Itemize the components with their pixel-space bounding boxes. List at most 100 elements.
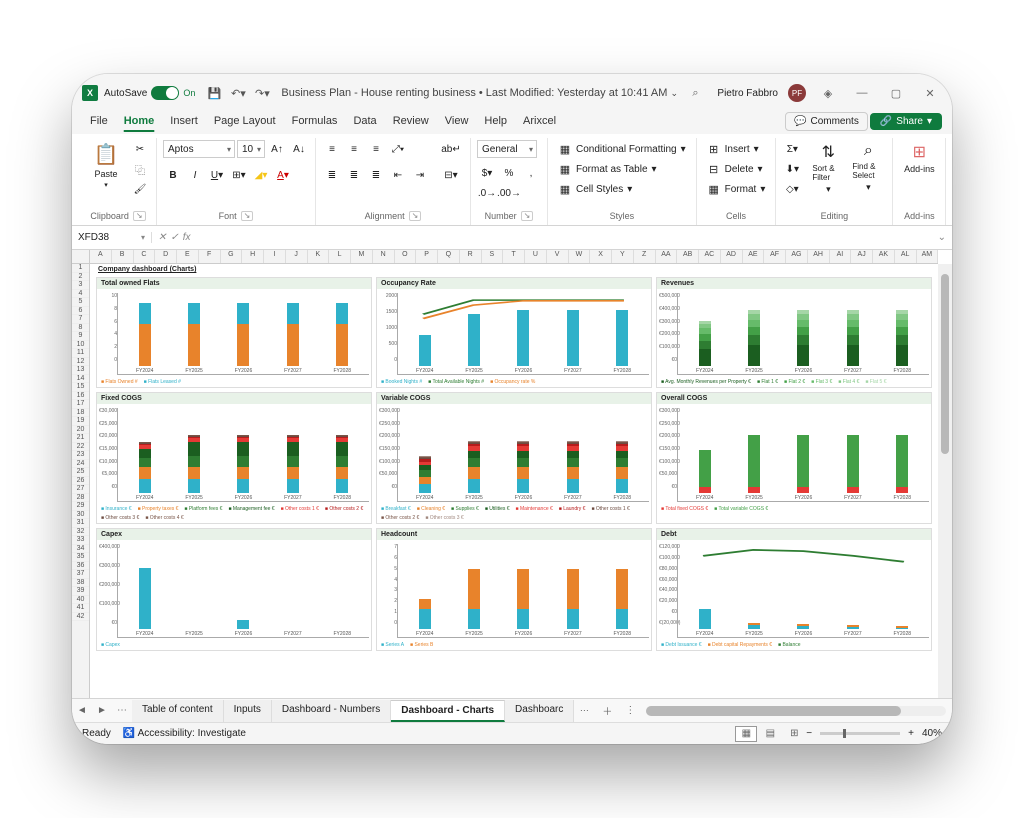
number-launcher[interactable]: ↘ <box>521 211 534 221</box>
increase-font-icon[interactable]: A↑ <box>267 140 287 158</box>
ribbon-tab-file[interactable]: File <box>82 111 116 131</box>
number-format-combo[interactable]: General <box>477 140 537 158</box>
minimize-icon[interactable]: — <box>850 83 874 103</box>
cancel-formula-icon[interactable]: ✕ <box>158 232 166 243</box>
decrease-indent-icon[interactable]: ⇤ <box>388 166 408 184</box>
font-launcher[interactable]: ↘ <box>241 211 254 221</box>
formula-input[interactable] <box>197 232 932 243</box>
ribbon-tab-home[interactable]: Home <box>116 111 163 131</box>
redo-icon[interactable]: ↷▾ <box>253 84 271 102</box>
enter-formula-icon[interactable]: ✓ <box>170 232 178 243</box>
fill-icon[interactable]: ⬇▾ <box>782 160 802 178</box>
chart-total-owned-flats[interactable]: Total owned Flats1086420FY2024FY2025FY20… <box>96 277 372 388</box>
name-box[interactable]: XFD38▾ <box>72 232 152 243</box>
vertical-scrollbar[interactable] <box>938 264 952 698</box>
save-icon[interactable]: 💾 <box>205 84 223 102</box>
close-icon[interactable]: ✕ <box>918 83 942 103</box>
chart-overall-cogs[interactable]: Overall COGS€300,000€250,000€200,000€150… <box>656 392 932 524</box>
chart-capex[interactable]: Capex€400,000€300,000€200,000€100,000€0F… <box>96 528 372 651</box>
cut-icon[interactable]: ✂ <box>130 140 150 158</box>
clear-icon[interactable]: ◇▾ <box>782 180 802 198</box>
insert-cells-button[interactable]: ⊞Insert ▾ <box>703 140 770 158</box>
align-center-icon[interactable]: ≣ <box>344 166 364 184</box>
increase-indent-icon[interactable]: ⇥ <box>410 166 430 184</box>
comma-icon[interactable]: , <box>521 164 541 182</box>
currency-icon[interactable]: $▾ <box>477 164 497 182</box>
chart-headcount[interactable]: Headcount76543210FY2024FY2025FY2026FY202… <box>376 528 652 651</box>
toggle-icon[interactable] <box>151 86 179 100</box>
ribbon-tab-help[interactable]: Help <box>476 111 515 131</box>
avatar[interactable]: PF <box>788 84 806 102</box>
format-painter-icon[interactable]: 🖌 <box>130 180 150 198</box>
tab-nav-next-icon[interactable]: ► <box>92 705 112 716</box>
copy-icon[interactable]: ⿻ <box>130 160 150 178</box>
align-left-icon[interactable]: ≣ <box>322 166 342 184</box>
font-name-combo[interactable]: Aptos <box>163 140 235 158</box>
conditional-formatting-button[interactable]: ▦Conditional Formatting ▾ <box>554 140 690 158</box>
document-title[interactable]: Business Plan - House renting business •… <box>281 87 678 99</box>
italic-button[interactable]: I <box>185 166 205 184</box>
autosave-toggle[interactable]: AutoSave On <box>104 86 195 100</box>
search-icon[interactable]: ⌕ <box>683 83 707 103</box>
sheet-tab-dashboarc[interactable]: Dashboarc <box>505 700 574 722</box>
sheet-tab-inputs[interactable]: Inputs <box>224 700 272 722</box>
zoom-in-icon[interactable]: + <box>908 728 914 739</box>
tab-nav-more-icon[interactable]: ⋯ <box>112 705 132 716</box>
decrease-font-icon[interactable]: A↓ <box>289 140 309 158</box>
share-button[interactable]: 🔗 Share ▾ <box>870 113 942 130</box>
worksheet-area[interactable]: ABCDEFGHIJKLMNOPQRSTUVWXYZAAABACADAEAFAG… <box>72 250 952 698</box>
ribbon-tab-insert[interactable]: Insert <box>162 111 206 131</box>
chart-occupancy-rate[interactable]: Occupancy Rate2000150010005000FY2024FY20… <box>376 277 652 388</box>
bold-button[interactable]: B <box>163 166 183 184</box>
sort-filter-button[interactable]: ⇅ Sort & Filter▾ <box>810 140 846 197</box>
delete-cells-button[interactable]: ⊟Delete ▾ <box>703 160 770 178</box>
align-right-icon[interactable]: ≣ <box>366 166 386 184</box>
font-size-combo[interactable]: 10 <box>237 140 265 158</box>
undo-icon[interactable]: ↶▾ <box>229 84 247 102</box>
expand-formula-bar-icon[interactable]: ⌄ <box>932 232 952 243</box>
fill-color-button[interactable]: ◢▾ <box>251 166 271 184</box>
accessibility-status[interactable]: ♿ Accessibility: Investigate <box>123 728 246 739</box>
column-headers[interactable]: ABCDEFGHIJKLMNOPQRSTUVWXYZAAABACADAEAFAG… <box>90 250 938 264</box>
maximize-icon[interactable]: ▢ <box>884 83 908 103</box>
autosum-icon[interactable]: Σ▾ <box>782 140 802 158</box>
addins-button[interactable]: ⊞ Add-ins <box>899 140 939 176</box>
find-select-button[interactable]: ⌕ Find & Select▾ <box>850 140 886 195</box>
chart-variable-cogs[interactable]: Variable COGS€300,000€250,000€200,000€15… <box>376 392 652 524</box>
percent-icon[interactable]: % <box>499 164 519 182</box>
page-break-view-icon[interactable]: ⊞ <box>783 726 805 742</box>
format-cells-button[interactable]: ▦Format ▾ <box>703 180 770 198</box>
chart-revenues[interactable]: Revenues€500,000€400,000€300,000€200,000… <box>656 277 932 388</box>
ribbon-tab-view[interactable]: View <box>437 111 477 131</box>
new-sheet-button[interactable]: ＋ <box>594 703 620 718</box>
sheet-tab-dashboard-charts[interactable]: Dashboard - Charts <box>391 700 505 722</box>
alignment-launcher[interactable]: ↘ <box>409 211 422 221</box>
align-bottom-icon[interactable]: ≡ <box>366 140 386 158</box>
ribbon-tab-formulas[interactable]: Formulas <box>284 111 346 131</box>
orientation-icon[interactable]: ⤢▾ <box>388 140 408 158</box>
scrollbar-thumb[interactable] <box>941 274 949 454</box>
sheet-tab-dashboard-numbers[interactable]: Dashboard - Numbers <box>272 700 391 722</box>
tab-split-icon[interactable]: ⋮ <box>620 705 640 716</box>
diamond-icon[interactable]: ◈ <box>816 83 840 103</box>
increase-decimal-icon[interactable]: .0→ <box>477 184 497 202</box>
zoom-out-icon[interactable]: − <box>806 728 812 739</box>
ribbon-tab-arixcel[interactable]: Arixcel <box>515 111 564 131</box>
underline-button[interactable]: U▾ <box>207 166 227 184</box>
sheet-tab-table-of-content[interactable]: Table of content <box>132 700 224 722</box>
decrease-decimal-icon[interactable]: .00→ <box>499 184 519 202</box>
select-all-corner[interactable] <box>72 250 90 264</box>
ribbon-tab-page-layout[interactable]: Page Layout <box>206 111 284 131</box>
merge-center-icon[interactable]: ⊟▾ <box>438 166 464 184</box>
align-top-icon[interactable]: ≡ <box>322 140 342 158</box>
ribbon-tab-review[interactable]: Review <box>385 111 437 131</box>
comments-button[interactable]: 💬 Comments <box>785 112 868 131</box>
zoom-level[interactable]: 40% <box>922 728 942 739</box>
horizontal-scrollbar[interactable] <box>646 706 946 716</box>
chart-debt[interactable]: Debt€120,000€100,000€80,000€60,000€40,00… <box>656 528 932 651</box>
user-name[interactable]: Pietro Fabbro <box>717 88 778 99</box>
normal-view-icon[interactable]: ▦ <box>735 726 757 742</box>
wrap-text-icon[interactable]: ab↵ <box>438 140 464 158</box>
border-button[interactable]: ⊞▾ <box>229 166 249 184</box>
tab-overflow-icon[interactable]: ⋯ <box>574 705 594 716</box>
